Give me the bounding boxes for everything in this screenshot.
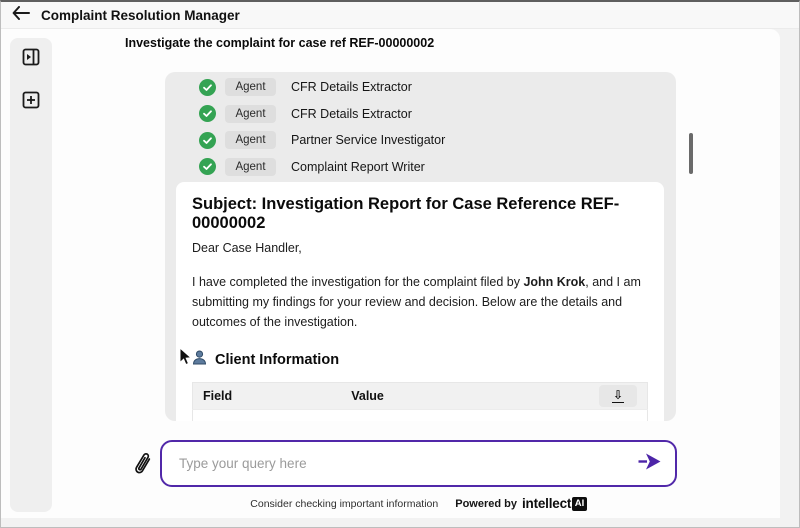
check-circle-icon xyxy=(199,158,216,175)
back-button[interactable] xyxy=(11,5,31,25)
agent-badge: Agent xyxy=(225,131,276,149)
toggle-panel-icon xyxy=(22,48,40,71)
disclaimer-text: Consider checking important information xyxy=(250,498,438,510)
attach-file-button[interactable] xyxy=(133,452,157,478)
paperclip-icon xyxy=(133,465,157,482)
scrollbar-thumb[interactable] xyxy=(689,133,693,174)
top-bar: Complaint Resolution Manager xyxy=(1,2,799,29)
report-greeting: Dear Case Handler, xyxy=(192,241,648,255)
agent-name: CFR Details Extractor xyxy=(291,107,412,121)
check-circle-icon xyxy=(199,79,216,96)
table-row: Client Name John Krok xyxy=(193,410,648,422)
agent-step-row: Agent Partner Service Investigator xyxy=(199,127,676,154)
sidebar xyxy=(10,38,52,512)
check-circle-icon xyxy=(199,105,216,122)
download-icon: ⇩ xyxy=(612,389,624,403)
agent-badge: Agent xyxy=(225,78,276,96)
chat-area: Agent CFR Details Extractor Agent CFR De… xyxy=(165,72,676,421)
query-box xyxy=(160,440,677,487)
field-cell: Client Name xyxy=(193,410,342,422)
toggle-panel-button[interactable] xyxy=(22,50,40,68)
powered-by: Powered by intellect AI xyxy=(455,496,586,511)
client-information-table: Field Value ⇩ Client Name Jo xyxy=(192,382,648,421)
agent-name: Partner Service Investigator xyxy=(291,133,445,147)
app-title: Complaint Resolution Manager xyxy=(41,8,240,23)
send-arrow-icon xyxy=(637,452,662,476)
column-header-field: Field xyxy=(193,383,342,410)
send-button[interactable] xyxy=(636,454,662,474)
new-chat-button[interactable] xyxy=(22,93,40,111)
agent-name: Complaint Report Writer xyxy=(291,160,425,174)
client-information-heading: Client Information xyxy=(192,350,648,369)
composer-footer: Consider checking important information … xyxy=(160,496,677,511)
report-body: I have completed the investigation for t… xyxy=(192,272,648,332)
query-input[interactable] xyxy=(179,456,636,471)
arrow-left-icon xyxy=(12,6,30,25)
client-information-title: Client Information xyxy=(215,352,339,368)
column-header-value: Value xyxy=(341,383,589,410)
brand-text: intellect xyxy=(522,496,571,511)
app-window: Complaint Resolution Manager Investigate… xyxy=(0,0,800,528)
agent-step-row: Agent CFR Details Extractor xyxy=(199,74,676,101)
brand-ai-badge: AI xyxy=(572,497,587,511)
table-header-row: Field Value ⇩ xyxy=(193,383,648,410)
main-panel: Investigate the complaint for case ref R… xyxy=(1,29,780,518)
check-circle-icon xyxy=(199,132,216,149)
conversation-heading: Investigate the complaint for case ref R… xyxy=(125,36,434,50)
agent-step-list: Agent CFR Details Extractor Agent CFR De… xyxy=(165,72,676,180)
agent-step-row: Agent CFR Details Extractor xyxy=(199,101,676,128)
client-name-emphasis: John Krok xyxy=(523,275,585,289)
value-cell: John Krok xyxy=(341,410,589,422)
download-table-button[interactable]: ⇩ xyxy=(599,385,637,407)
person-icon xyxy=(192,350,207,369)
agent-step-row: Agent Complaint Report Writer xyxy=(199,154,676,181)
report-card: Subject: Investigation Report for Case R… xyxy=(176,182,664,421)
agent-badge: Agent xyxy=(225,105,276,123)
new-chat-icon xyxy=(22,91,40,114)
column-header-action: ⇩ xyxy=(589,383,648,410)
agent-name: CFR Details Extractor xyxy=(291,80,412,94)
powered-by-label: Powered by xyxy=(455,498,517,510)
agent-badge: Agent xyxy=(225,158,276,176)
report-subject: Subject: Investigation Report for Case R… xyxy=(192,195,648,233)
intellect-ai-logo: intellect AI xyxy=(522,496,587,511)
